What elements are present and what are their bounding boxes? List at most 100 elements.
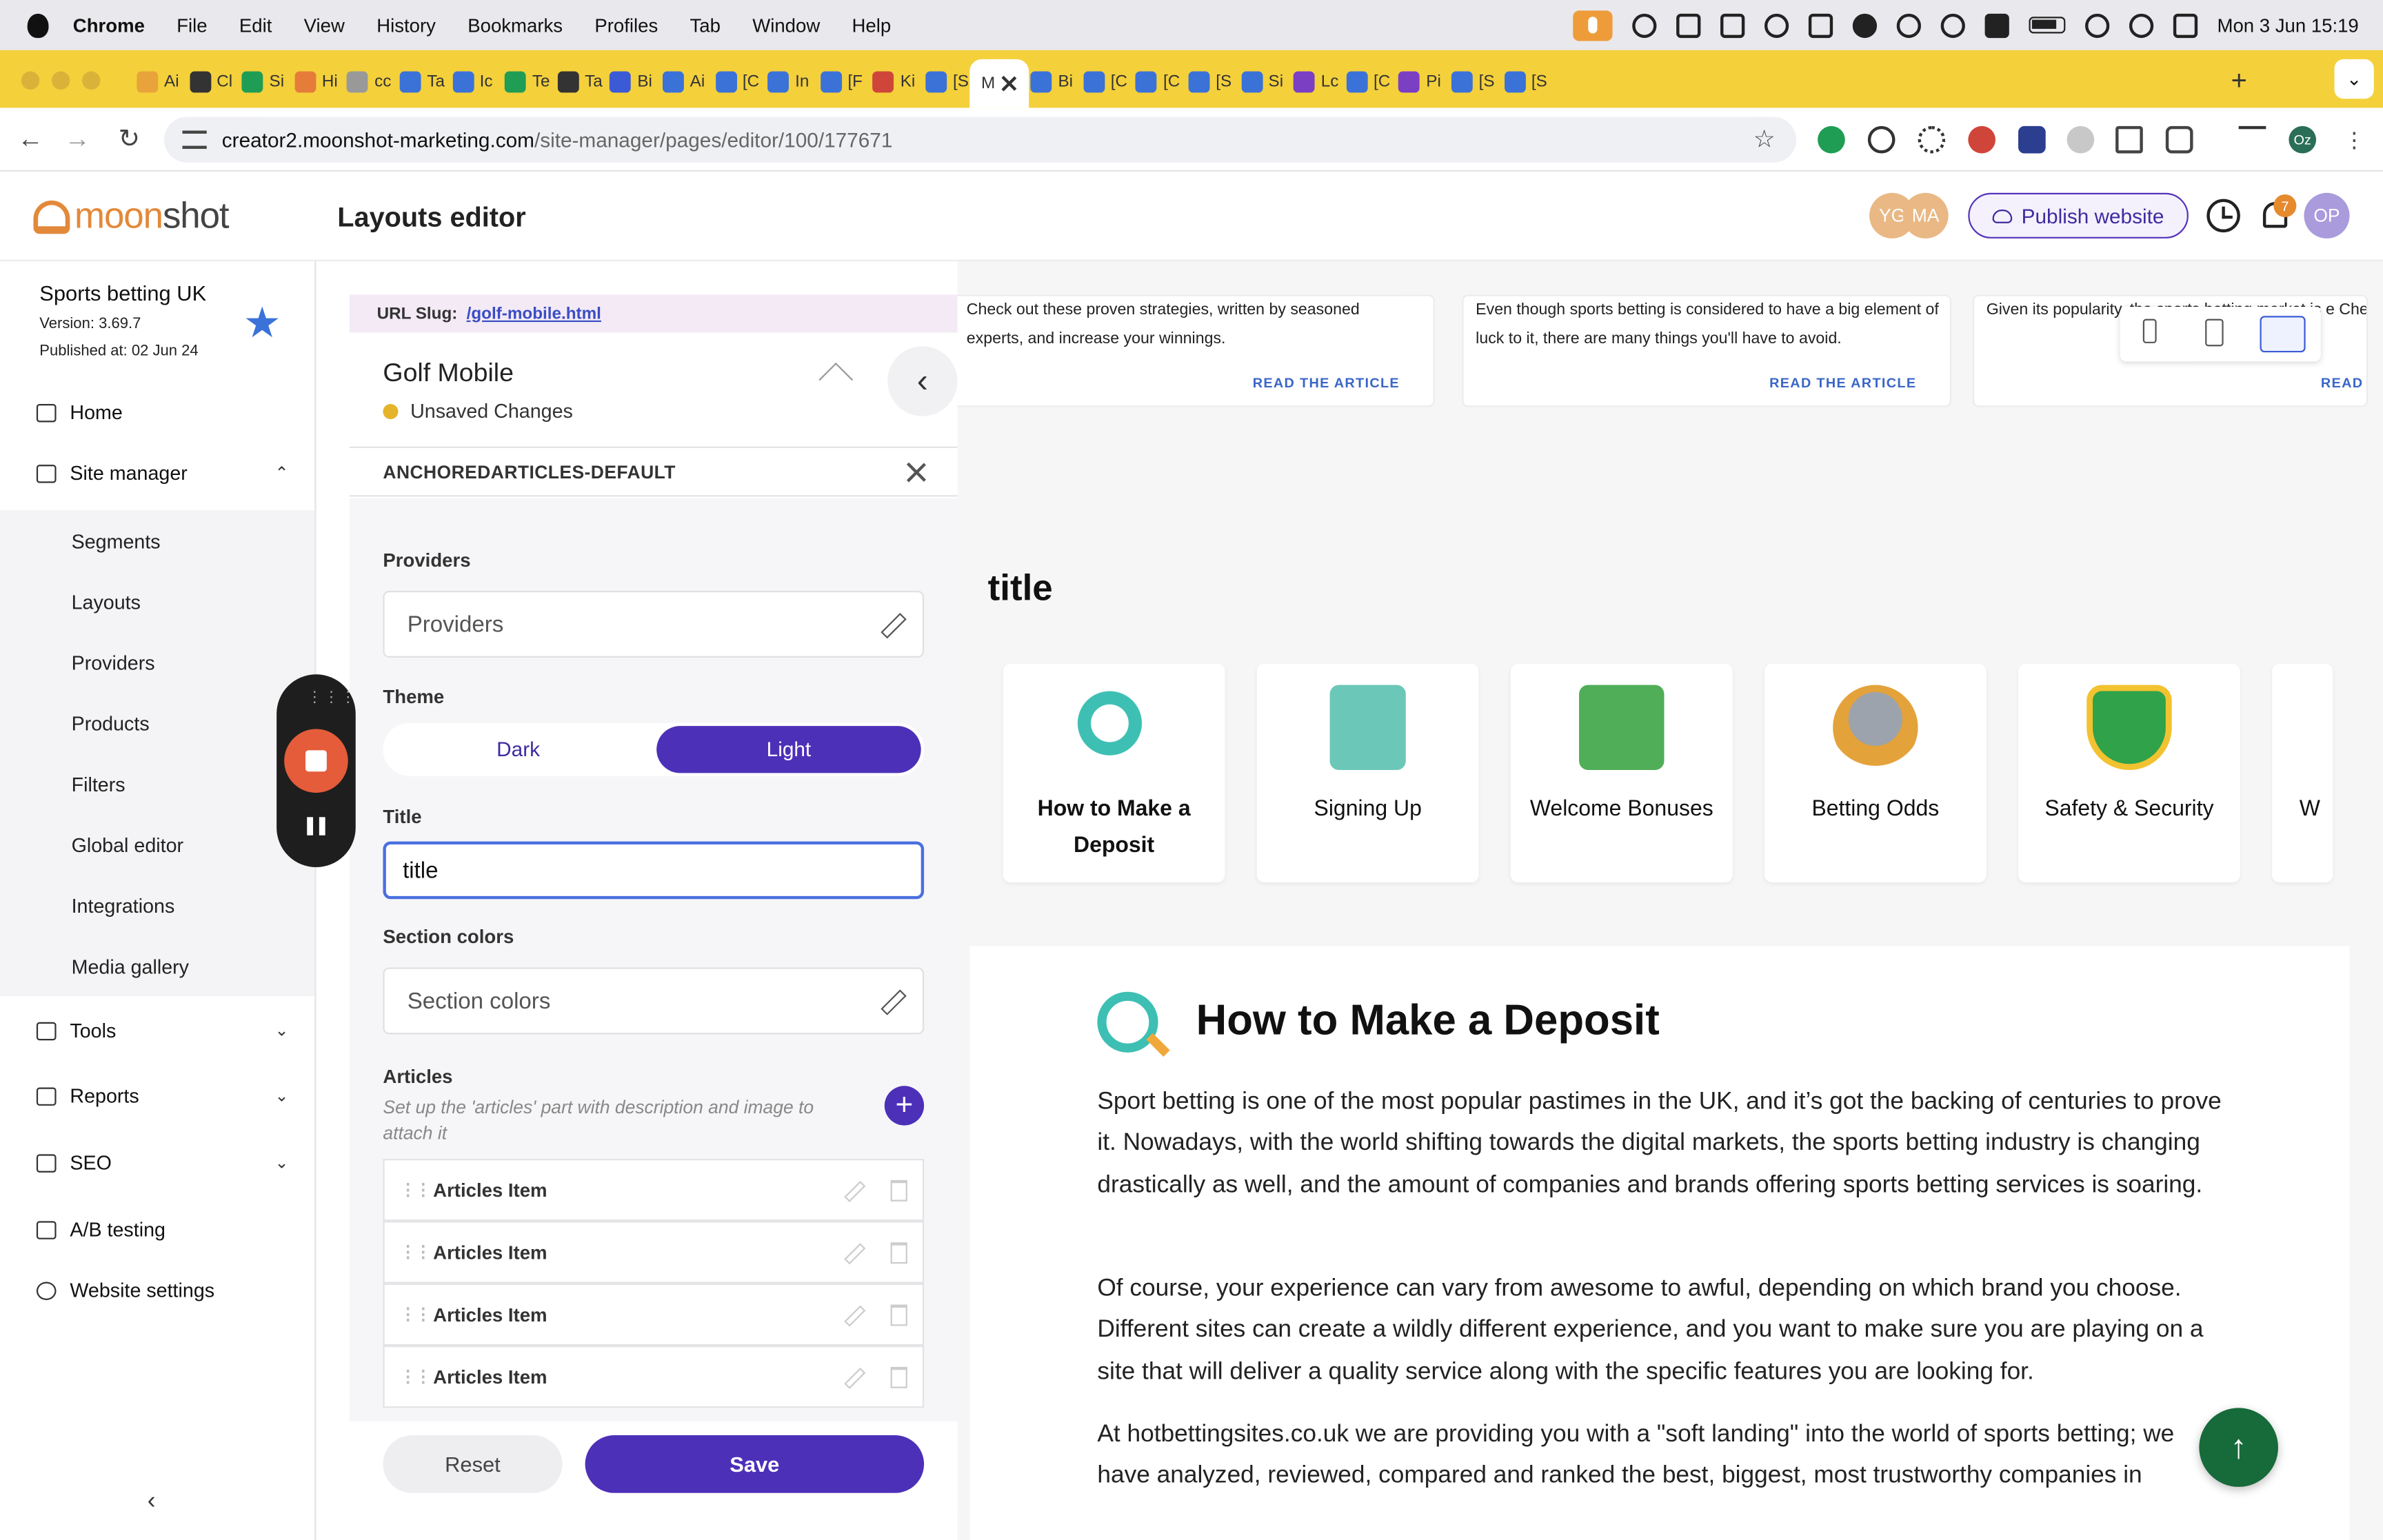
browser-tab[interactable]: Cl (189, 62, 232, 101)
menu-history[interactable]: History (376, 14, 436, 36)
article-card[interactable]: Even though sports betting is considered… (1462, 294, 1952, 407)
browser-tab[interactable]: [F (820, 62, 863, 101)
pencil-icon[interactable] (844, 1243, 866, 1265)
browser-tab[interactable]: [C (1083, 62, 1127, 101)
browser-tab-active[interactable]: M (969, 59, 1029, 108)
sidebar-item-seo[interactable]: SEO ⌄ (36, 1151, 295, 1174)
key-extension-icon[interactable] (1968, 125, 1995, 154)
reload-icon[interactable]: ↻ (112, 123, 145, 156)
reset-button[interactable]: Reset (383, 1435, 563, 1493)
user-avatar[interactable]: OP (2304, 192, 2350, 239)
blocked-extension-icon[interactable] (2067, 125, 2095, 154)
bluetooth-icon[interactable] (1940, 12, 1965, 37)
chrome-menu-icon[interactable]: ⋮ (2337, 123, 2371, 156)
providers-field[interactable]: Providers (383, 591, 925, 658)
reading-list-icon[interactable] (2238, 125, 2266, 154)
pencil-icon[interactable] (844, 1180, 866, 1202)
sidebar-subitem-global-editor[interactable]: Global editor (0, 813, 315, 875)
forward-arrow-icon[interactable]: → (61, 123, 94, 156)
trash-icon[interactable] (890, 1179, 907, 1202)
browser-tab[interactable]: Te (505, 62, 550, 101)
drag-handle-icon[interactable]: ⋮⋮ (400, 1305, 432, 1324)
app-a-icon[interactable] (1984, 12, 2009, 37)
read-article-link[interactable]: READ THE ARTICLE (1769, 369, 1916, 398)
browser-tab[interactable]: Bi (1030, 62, 1073, 101)
pencil-icon[interactable] (881, 613, 907, 639)
article-item[interactable]: ⋮⋮ Articles Item (383, 1221, 925, 1284)
browser-tab[interactable]: Si (1240, 62, 1283, 101)
browser-tab[interactable]: Ai (137, 62, 179, 101)
trash-icon[interactable] (890, 1304, 907, 1326)
browser-tab[interactable]: Ta (557, 62, 603, 101)
profile-extension-icon[interactable] (2018, 125, 2046, 154)
drag-handle-icon[interactable]: ⋮⋮ (400, 1180, 432, 1199)
close-tab-icon[interactable] (1001, 76, 1016, 91)
read-article-link[interactable]: READ THE ARTICLE (1253, 369, 1400, 398)
puzzle-extensions-icon[interactable] (2165, 125, 2193, 154)
sidebar-item-tools[interactable]: Tools ⌄ (36, 1019, 295, 1042)
sidebar-subitem-integrations[interactable]: Integrations (0, 875, 315, 936)
pencil-icon[interactable] (844, 1367, 866, 1389)
control-center-icon[interactable] (2173, 12, 2198, 37)
menu-view[interactable]: View (304, 14, 345, 36)
collapse-sidebar-icon[interactable]: ‹ (148, 1488, 156, 1516)
article-item[interactable]: ⋮⋮ Articles Item (383, 1346, 925, 1408)
window-minimize-button[interactable] (51, 71, 70, 90)
menu-bookmarks[interactable]: Bookmarks (467, 14, 563, 36)
topic-card-welcome-bonuses[interactable]: Welcome Bonuses (1510, 663, 1733, 883)
collaborator-avatar[interactable]: MA (1902, 192, 1949, 239)
topic-card-deposit[interactable]: How to Make a Deposit (1003, 663, 1225, 883)
sidebar-item-reports[interactable]: Reports ⌄ (36, 1084, 295, 1107)
desktop-device-icon[interactable] (2260, 316, 2306, 353)
browser-tab[interactable]: [S (1188, 62, 1231, 101)
browser-tab[interactable]: Ic (452, 62, 492, 101)
browser-tab[interactable]: Pi (1398, 62, 1441, 101)
browser-tab[interactable]: [S (1504, 62, 1547, 101)
topic-card-partial[interactable]: W (2272, 663, 2333, 883)
browser-tab[interactable]: Si (241, 62, 284, 101)
drag-grip-icon[interactable]: ⋮⋮⋮ (307, 689, 357, 706)
history-icon[interactable] (2206, 199, 2240, 233)
browser-tab[interactable]: Ai (662, 62, 705, 101)
sidebar-subitem-segments[interactable]: Segments (0, 510, 315, 571)
menu-profiles[interactable]: Profiles (594, 14, 658, 36)
sidebar-subitem-providers[interactable]: Providers (0, 631, 315, 693)
microphone-icon[interactable] (1572, 10, 1613, 41)
save-button[interactable]: Save (585, 1435, 925, 1493)
browser-tab[interactable]: [S (925, 62, 969, 101)
grammarly-icon[interactable] (1764, 12, 1789, 37)
back-arrow-icon[interactable]: ← (14, 123, 47, 156)
drive-icon[interactable] (1720, 12, 1745, 37)
browser-tab[interactable]: Ta (399, 62, 445, 101)
window-close-button[interactable] (21, 71, 40, 90)
topic-card-betting-odds[interactable]: Betting Odds (1764, 663, 1987, 883)
stop-recording-button[interactable] (284, 729, 348, 793)
read-article-link[interactable]: READ (2321, 369, 2364, 398)
sidebar-subitem-filters[interactable]: Filters (0, 753, 315, 814)
menu-help[interactable]: Help (852, 14, 892, 36)
mobile-device-icon[interactable] (2142, 318, 2157, 343)
grammarly-extension-icon[interactable] (1818, 125, 1845, 154)
article-card[interactable]: Check out these proven strategies, writt… (957, 294, 1435, 407)
battery-icon[interactable] (2029, 17, 2066, 34)
wifi-icon[interactable] (2084, 12, 2110, 37)
moon-icon[interactable] (1852, 12, 1877, 37)
drag-handle-icon[interactable]: ⋮⋮ (400, 1367, 432, 1386)
tab-search-button[interactable]: ⌄ (2334, 59, 2374, 99)
menu-edit[interactable]: Edit (239, 14, 272, 36)
sidebar-item-ab-testing[interactable]: A/B testing (36, 1218, 295, 1241)
browser-tab[interactable]: In (767, 62, 809, 101)
theme-light-option[interactable]: Light (656, 726, 921, 773)
browser-tab[interactable]: Bi (610, 62, 652, 101)
sidebar-item-website-settings[interactable]: Website settings (36, 1279, 295, 1301)
sidebar-item-home[interactable]: Home (36, 401, 295, 424)
moonshot-logo[interactable]: moonshot (33, 196, 230, 239)
browser-tab[interactable]: cc (347, 62, 391, 101)
browser-tab[interactable]: [C (1346, 62, 1390, 101)
address-bar[interactable]: creator2.moonshot-marketing.com /site-ma… (164, 116, 1797, 163)
url-slug-link[interactable]: /golf-mobile.html (467, 305, 601, 323)
screen-icon[interactable] (1676, 12, 1701, 37)
search-extension-icon[interactable] (1631, 12, 1657, 37)
publish-website-button[interactable]: Publish website (1968, 192, 2189, 239)
site-star-icon[interactable]: ★ (243, 298, 281, 348)
